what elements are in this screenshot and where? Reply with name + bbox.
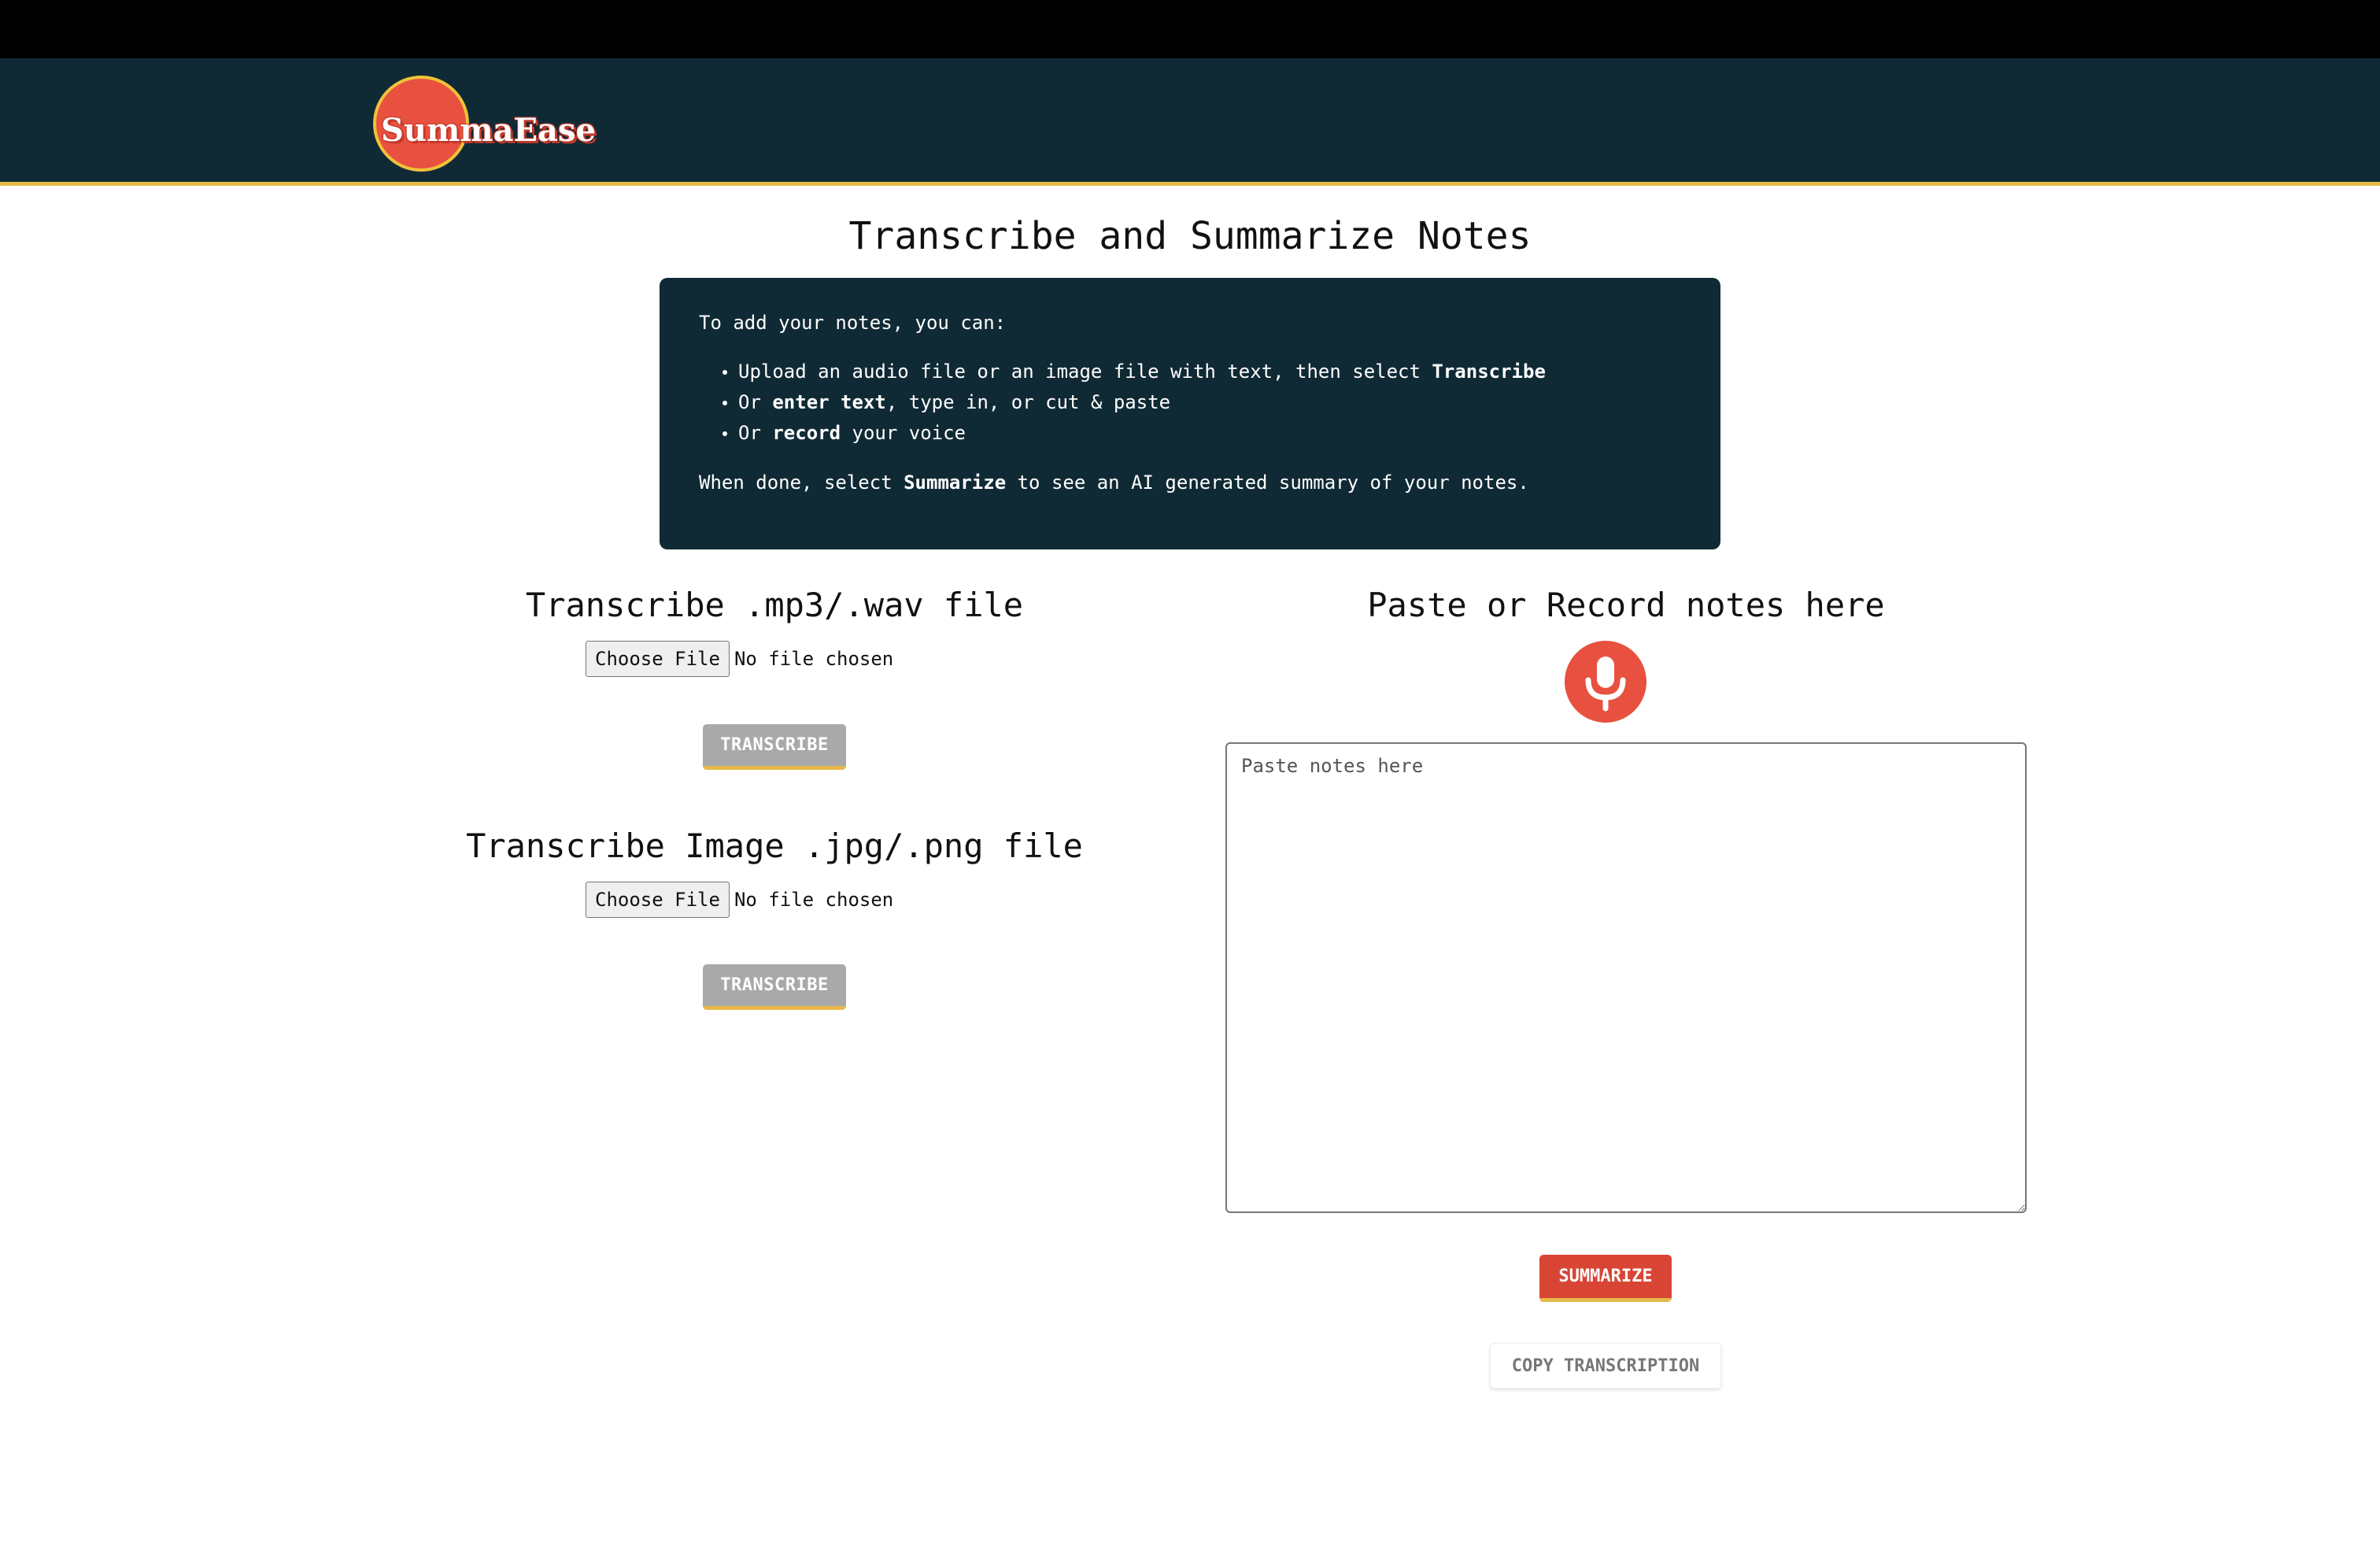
audio-choose-file-button[interactable]: Choose File: [586, 641, 730, 677]
instruction-item-enter-text: Or enter text, type in, or cut & paste: [722, 387, 1681, 418]
record-button[interactable]: [1565, 641, 1646, 723]
audio-transcribe-button[interactable]: TRANSCRIBE: [703, 724, 846, 770]
site-header: [0, 58, 2380, 186]
page-title: Transcribe and Summarize Notes: [848, 214, 1532, 258]
logo-text: SummaEase: [381, 112, 596, 149]
instruction-item-upload: Upload an audio file or an image file wi…: [722, 357, 1681, 387]
brand-logo[interactable]: SummaEase: [373, 76, 609, 172]
notes-section-title: Paste or Record notes here: [1367, 586, 1885, 624]
summarize-button[interactable]: SUMMARIZE: [1539, 1255, 1672, 1302]
instruction-bold: record: [772, 422, 841, 444]
image-transcribe-button[interactable]: TRANSCRIBE: [703, 964, 846, 1010]
audio-file-input: Choose File No file chosen: [586, 641, 893, 677]
notes-textarea[interactable]: [1225, 742, 2027, 1213]
instruction-bold: enter text: [772, 391, 886, 413]
instruction-item-record: Or record your voice: [722, 418, 1681, 449]
instruction-text: Or: [738, 391, 773, 413]
instruction-text: to see an AI generated summary of your n…: [1006, 472, 1529, 494]
instruction-bold: Summarize: [904, 472, 1007, 494]
instructions-list: Upload an audio file or an image file wi…: [699, 357, 1681, 449]
instruction-text: Upload an audio file or an image file wi…: [738, 361, 1432, 383]
microphone-icon: [1585, 656, 1626, 712]
image-file-status: No file chosen: [734, 889, 894, 911]
instruction-text: , type in, or cut & paste: [885, 391, 1171, 413]
instructions-outro: When done, select Summarize to see an AI…: [699, 469, 1681, 496]
instruction-text: When done, select: [699, 472, 904, 494]
copy-transcription-button[interactable]: COPY TRANSCRIPTION: [1490, 1343, 1721, 1389]
instructions-panel: To add your notes, you can: Upload an au…: [660, 278, 1720, 549]
instruction-bold: Transcribe: [1432, 361, 1546, 383]
instruction-text: your voice: [841, 422, 966, 444]
image-file-input: Choose File No file chosen: [586, 882, 893, 918]
instructions-intro: To add your notes, you can:: [699, 312, 1007, 334]
audio-file-status: No file chosen: [734, 648, 894, 670]
browser-top-bar: [0, 0, 2380, 58]
instruction-text: Or: [738, 422, 773, 444]
audio-section-title: Transcribe .mp3/.wav file: [525, 586, 1024, 624]
image-choose-file-button[interactable]: Choose File: [586, 882, 730, 918]
image-section-title: Transcribe Image .jpg/.png file: [466, 827, 1083, 865]
